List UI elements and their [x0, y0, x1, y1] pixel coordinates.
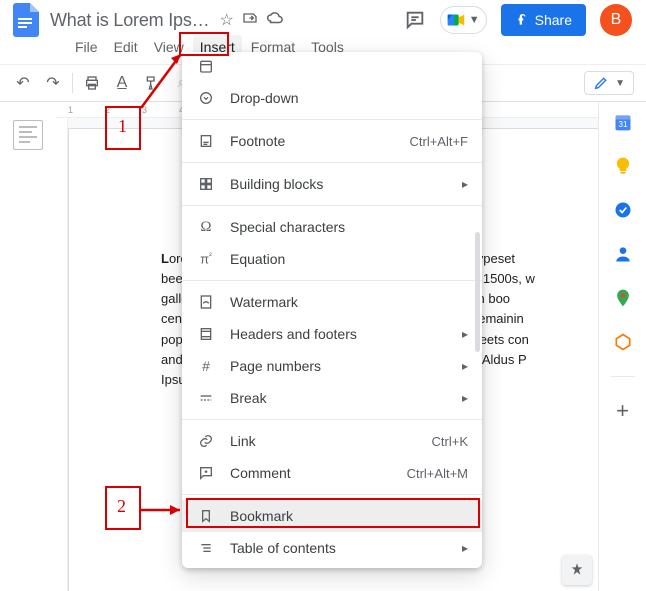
- break-icon: [196, 388, 216, 408]
- menu-item-table-of-contents[interactable]: Table of contents▸: [182, 532, 482, 564]
- menu-item-building-blocks[interactable]: Building blocks▸: [182, 168, 482, 200]
- docs-logo-icon[interactable]: [8, 2, 44, 38]
- left-rail: [0, 102, 56, 591]
- comment-history-icon[interactable]: [404, 9, 426, 31]
- pagenum-icon: #: [196, 356, 216, 376]
- menu-item-footnote[interactable]: FootnoteCtrl+Alt+F: [182, 125, 482, 157]
- svg-text:31: 31: [618, 119, 628, 129]
- submenu-arrow-icon: ▸: [462, 541, 468, 555]
- menu-item-label: Headers and footers: [230, 326, 462, 342]
- menu-item-date[interactable]: [182, 56, 482, 82]
- calendar-icon[interactable]: 31: [613, 112, 633, 132]
- menu-item-label: Equation: [230, 251, 468, 267]
- chevron-down-icon: ▼: [615, 78, 625, 89]
- menu-item-label: Break: [230, 390, 462, 406]
- pi-icon: π²: [196, 249, 216, 269]
- menu-item-label: Watermark: [230, 294, 468, 310]
- date-icon: [196, 56, 216, 76]
- menu-item-label: Comment: [230, 465, 407, 481]
- toc-icon: [196, 538, 216, 558]
- addon-icon[interactable]: [613, 332, 633, 352]
- menu-item-label: Special characters: [230, 219, 468, 235]
- menu-item-drop-down[interactable]: Drop-down: [182, 82, 482, 114]
- link-icon: [196, 431, 216, 451]
- menu-item-label: Page numbers: [230, 358, 462, 374]
- annotation-step1: 1: [118, 116, 127, 137]
- submenu-arrow-icon: ▸: [462, 177, 468, 191]
- explore-button[interactable]: [562, 555, 592, 585]
- redo-button[interactable]: ↷: [40, 70, 66, 96]
- spellcheck-button[interactable]: A̲: [109, 70, 135, 96]
- menu-item-label: Building blocks: [230, 176, 462, 192]
- cloud-status-icon[interactable]: [266, 9, 284, 32]
- insert-menu-panel: Drop-down FootnoteCtrl+Alt+F Building bloc…: [182, 52, 482, 568]
- add-addon-icon[interactable]: +: [613, 401, 633, 421]
- watermark-icon: [196, 292, 216, 312]
- menu-item-page-numbers[interactable]: # Page numbers▸: [182, 350, 482, 382]
- menu-item-break[interactable]: Break▸: [182, 382, 482, 414]
- annotation-arrow-1: [137, 46, 191, 112]
- chevron-down-icon: ▼: [469, 14, 480, 26]
- maps-icon[interactable]: [613, 288, 633, 308]
- share-button[interactable]: Share: [501, 4, 586, 36]
- outline-toggle-icon[interactable]: [13, 120, 43, 150]
- meet-button[interactable]: ▼: [440, 6, 487, 34]
- keep-icon[interactable]: [613, 156, 633, 176]
- print-button[interactable]: [79, 70, 105, 96]
- side-panel: 31 +: [598, 102, 646, 591]
- menu-file[interactable]: File: [68, 35, 105, 59]
- star-icon[interactable]: ☆: [219, 10, 233, 30]
- dropdown-icon: [196, 88, 216, 108]
- menu-scrollbar[interactable]: [475, 232, 480, 352]
- editing-mode-button[interactable]: ▼: [584, 71, 634, 95]
- contacts-icon[interactable]: [613, 244, 633, 264]
- menu-item-label: Drop-down: [230, 90, 468, 106]
- menu-item-special-characters[interactable]: Ω Special characters: [182, 211, 482, 243]
- menu-item-watermark[interactable]: Watermark: [182, 286, 482, 318]
- menu-shortcut: Ctrl+Alt+F: [409, 134, 468, 149]
- blocks-icon: [196, 174, 216, 194]
- headers-icon: [196, 324, 216, 344]
- menu-shortcut: Ctrl+K: [432, 434, 468, 449]
- comment-icon: [196, 463, 216, 483]
- annotation-box-2: [186, 498, 480, 528]
- menu-item-comment[interactable]: CommentCtrl+Alt+M: [182, 457, 482, 489]
- annotation-arrow-2: [138, 500, 190, 520]
- submenu-arrow-icon: ▸: [462, 327, 468, 341]
- submenu-arrow-icon: ▸: [462, 359, 468, 373]
- share-label: Share: [535, 12, 572, 28]
- menu-shortcut: Ctrl+Alt+M: [407, 466, 468, 481]
- vertical-ruler[interactable]: [56, 118, 68, 591]
- tasks-icon[interactable]: [613, 200, 633, 220]
- undo-button[interactable]: ↶: [10, 70, 36, 96]
- menu-item-equation[interactable]: π² Equation: [182, 243, 482, 275]
- menu-item-label: Table of contents: [230, 540, 462, 556]
- document-title[interactable]: What is Lorem Ips…: [44, 8, 215, 33]
- titlebar: What is Lorem Ips… ☆ ▼ Share B: [0, 0, 646, 36]
- menu-item-label: Link: [230, 433, 432, 449]
- footnote-icon: [196, 131, 216, 151]
- menu-item-label: Footnote: [230, 133, 409, 149]
- omega-icon: Ω: [196, 217, 216, 237]
- avatar[interactable]: B: [600, 4, 632, 36]
- move-icon[interactable]: [242, 10, 258, 31]
- menu-item-link[interactable]: LinkCtrl+K: [182, 425, 482, 457]
- annotation-step2: 2: [117, 496, 126, 517]
- submenu-arrow-icon: ▸: [462, 391, 468, 405]
- menu-item-headers-and-footers[interactable]: Headers and footers▸: [182, 318, 482, 350]
